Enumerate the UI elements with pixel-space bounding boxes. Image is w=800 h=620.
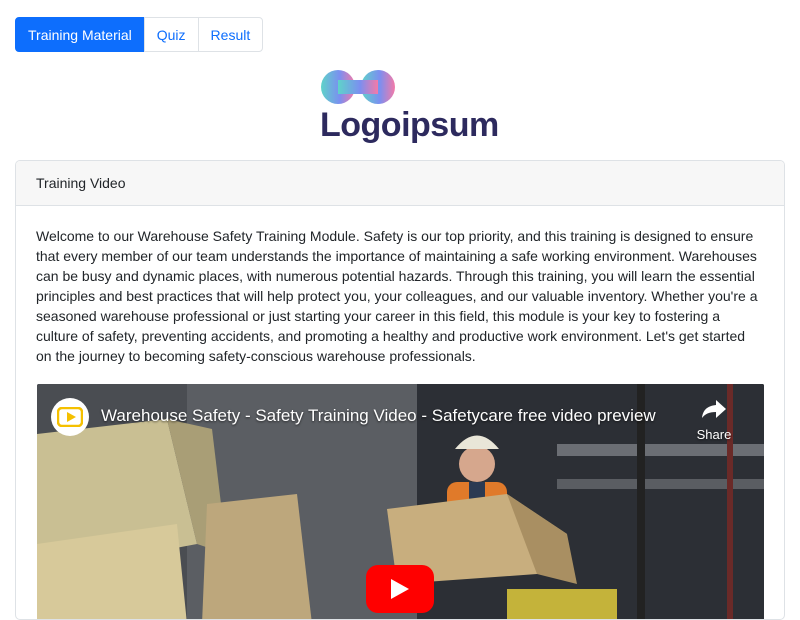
share-label: Share (696, 427, 732, 442)
card-body: Welcome to our Warehouse Safety Training… (16, 206, 784, 366)
tab-group: Training Material Quiz Result (15, 17, 264, 52)
logo: Logoipsum (320, 68, 499, 148)
training-card: Training Video Welcome to our Warehouse … (15, 160, 785, 620)
tab-quiz[interactable]: Quiz (143, 17, 199, 52)
card-header: Training Video (16, 161, 784, 206)
video-player[interactable]: Warehouse Safety - Safety Training Video… (37, 384, 764, 619)
share-icon (702, 400, 726, 418)
play-button[interactable] (366, 565, 434, 613)
share-button[interactable]: Share (692, 398, 736, 442)
logo-text: Logoipsum (320, 106, 499, 144)
channel-avatar-icon[interactable] (51, 398, 89, 436)
tab-result[interactable]: Result (197, 17, 264, 52)
play-icon (391, 579, 409, 599)
video-title[interactable]: Warehouse Safety - Safety Training Video… (101, 406, 656, 426)
logo-mark-icon (321, 70, 395, 104)
training-description: Welcome to our Warehouse Safety Training… (36, 228, 758, 364)
tab-training-material[interactable]: Training Material (15, 17, 145, 52)
